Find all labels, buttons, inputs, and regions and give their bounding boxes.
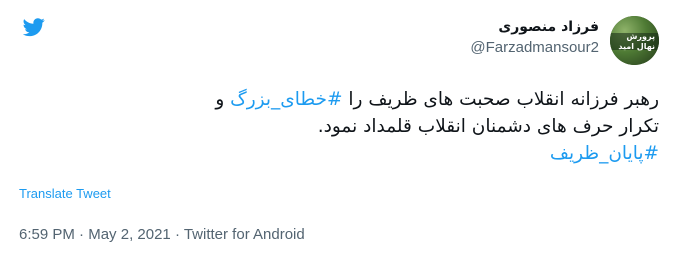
tweet-card: فرزاد منصوری @Farzadmansour2 پرورش نهال … bbox=[0, 0, 677, 256]
translate-tweet-link[interactable]: Translate Tweet bbox=[19, 186, 111, 201]
meta-separator: · bbox=[170, 226, 184, 243]
tweet-header: فرزاد منصوری @Farzadmansour2 پرورش نهال … bbox=[18, 14, 659, 66]
author-handle[interactable]: @Farzadmansour2 bbox=[470, 37, 599, 59]
tweet-line-2: تکرار حرف های دشمنان انقلاب قلمداد نمود. bbox=[317, 116, 659, 137]
author-display-name[interactable]: فرزاد منصوری bbox=[470, 18, 599, 37]
tweet-line-3: #پایان_ظریف bbox=[18, 140, 659, 167]
tweet-text-segment: و bbox=[215, 89, 231, 110]
meta-separator: · bbox=[74, 226, 89, 243]
avatar-text-line2: نهال امید bbox=[618, 42, 655, 51]
author-names[interactable]: فرزاد منصوری @Farzadmansour2 bbox=[470, 18, 599, 59]
twitter-bird-icon[interactable] bbox=[23, 16, 45, 38]
hashtag-link[interactable]: #خطای_بزرگ bbox=[230, 89, 342, 110]
tweet-line-1: رهبر فرزانه انقلاب صحبت های ظریف را #خطا… bbox=[18, 86, 659, 113]
tweet-text-segment: رهبر فرزانه انقلاب صحبت های ظریف را bbox=[342, 89, 659, 110]
tweet-meta: 6:59 PM · May 2, 2021 · Twitter for Andr… bbox=[19, 226, 305, 243]
tweet-source[interactable]: Twitter for Android bbox=[184, 226, 305, 243]
hashtag-link[interactable]: #پایان_ظریف bbox=[550, 143, 659, 164]
tweet-date[interactable]: May 2, 2021 bbox=[88, 226, 171, 243]
tweet-text: رهبر فرزانه انقلاب صحبت های ظریف را #خطا… bbox=[18, 86, 659, 167]
avatar[interactable]: پرورش نهال امید bbox=[610, 16, 659, 65]
avatar-text-line1: پرورش bbox=[626, 32, 655, 41]
tweet-time[interactable]: 6:59 PM bbox=[19, 226, 75, 243]
